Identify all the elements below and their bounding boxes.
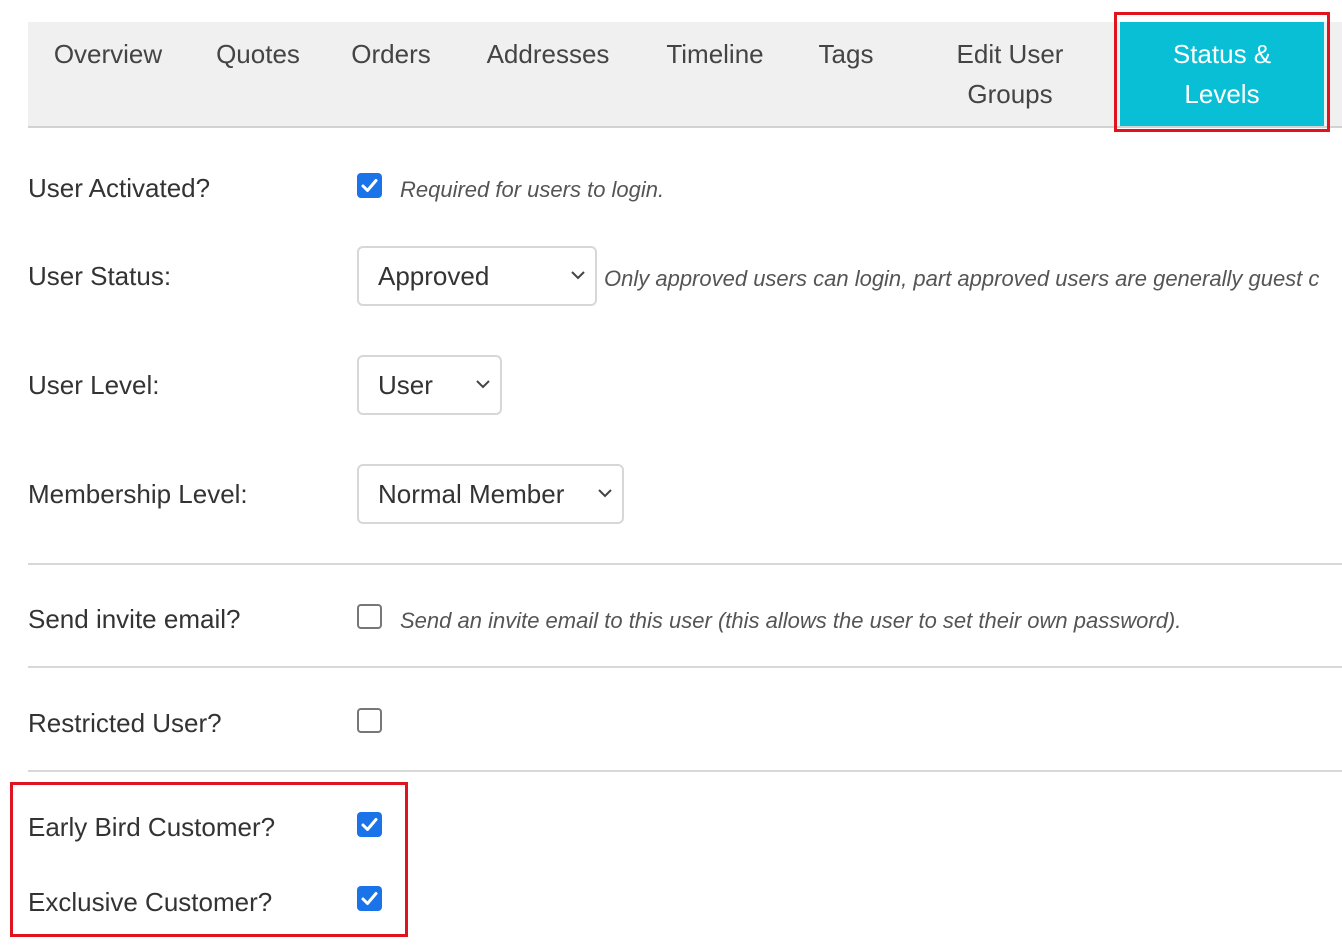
tab-orders[interactable]: Orders (335, 22, 447, 126)
divider (28, 770, 1342, 772)
checkmark-icon (361, 892, 378, 905)
tab-label: Edit User (956, 39, 1064, 69)
tab-label: Orders (351, 39, 431, 69)
user-status-value: Approved (378, 261, 490, 291)
tab-label-line2: Groups (967, 79, 1053, 109)
user-activated-label: User Activated? (28, 173, 211, 203)
tab-edit-user-groups[interactable]: Edit User Groups (928, 22, 1092, 126)
divider (28, 563, 1342, 565)
user-status-select[interactable]: Approved (357, 246, 597, 306)
exclusive-checkbox[interactable] (357, 886, 382, 911)
tab-label: Timeline (666, 39, 764, 69)
restricted-user-label: Restricted User? (28, 708, 222, 738)
send-invite-hint: Send an invite email to this user (this … (400, 608, 1182, 633)
tab-status-levels[interactable]: Status & Levels (1120, 22, 1324, 126)
tab-label: Overview (53, 39, 163, 69)
user-level-label: User Level: (28, 370, 160, 400)
tab-timeline[interactable]: Timeline (650, 22, 780, 126)
user-level-value: User (378, 370, 433, 400)
tab-quotes[interactable]: Quotes (198, 22, 318, 126)
tab-label-line2: Levels (1184, 79, 1260, 109)
checkmark-icon (361, 818, 378, 831)
membership-level-select[interactable]: Normal Member (357, 464, 624, 524)
chevron-down-icon (598, 489, 612, 498)
tab-label: Tags (818, 39, 874, 69)
restricted-user-checkbox[interactable] (357, 708, 382, 733)
early-bird-checkbox[interactable] (357, 812, 382, 837)
tab-label: Quotes (216, 39, 300, 69)
chevron-down-icon (476, 380, 490, 389)
tab-bar: Overview Quotes Orders Addresses Timelin… (28, 22, 1342, 128)
user-status-label: User Status: (28, 261, 172, 291)
membership-level-value: Normal Member (378, 479, 565, 509)
divider (28, 666, 1342, 668)
tab-tags[interactable]: Tags (804, 22, 888, 126)
tab-label: Addresses (486, 39, 610, 69)
checkmark-icon (361, 179, 378, 192)
tab-label: Status & (1172, 39, 1272, 69)
user-status-hint: Only approved users can login, part appr… (604, 266, 1320, 291)
user-activated-checkbox[interactable] (357, 173, 382, 198)
exclusive-label: Exclusive Customer? (28, 887, 273, 917)
user-level-select[interactable]: User (357, 355, 502, 415)
tab-addresses[interactable]: Addresses (468, 22, 628, 126)
tab-overview[interactable]: Overview (28, 22, 188, 126)
send-invite-checkbox[interactable] (357, 604, 382, 629)
send-invite-label: Send invite email? (28, 604, 241, 634)
membership-level-label: Membership Level: (28, 479, 248, 509)
early-bird-label: Early Bird Customer? (28, 812, 276, 842)
user-activated-hint: Required for users to login. (400, 177, 665, 202)
chevron-down-icon (571, 271, 585, 280)
